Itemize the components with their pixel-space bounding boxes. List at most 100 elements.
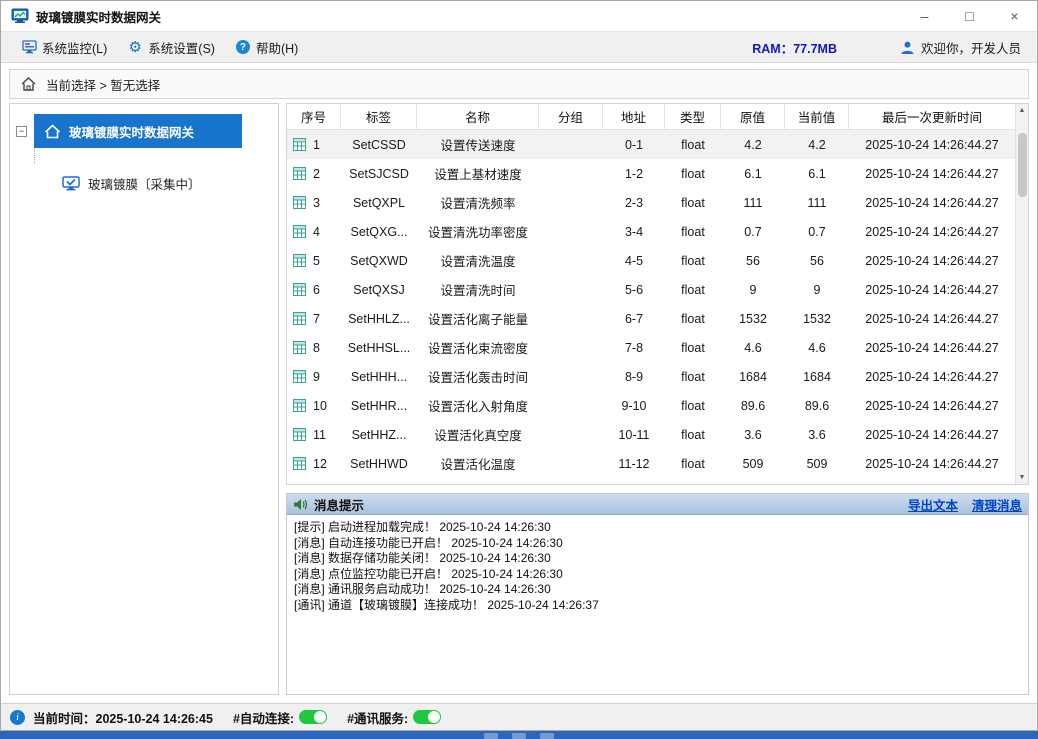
table-cell: 12 bbox=[287, 449, 341, 478]
table-row[interactable]: 8SetHHSL...设置活化束流密度7-8float4.64.62025-10… bbox=[287, 333, 1015, 362]
table-cell: 10 bbox=[287, 391, 341, 420]
title-bar: 玻璃镀膜实时数据网关 – □ × bbox=[1, 1, 1037, 31]
table-cell bbox=[539, 217, 603, 246]
column-header[interactable]: 标签 bbox=[341, 104, 417, 129]
taskbar-icon[interactable] bbox=[540, 733, 554, 739]
export-text-link[interactable]: 导出文本 bbox=[908, 495, 958, 514]
column-header[interactable]: 原值 bbox=[721, 104, 785, 129]
table-scrollbar[interactable]: ▲ ▼ bbox=[1015, 104, 1028, 484]
point-tag-icon bbox=[293, 457, 306, 470]
table-cell: 3.6 bbox=[721, 420, 785, 449]
table-cell bbox=[539, 449, 603, 478]
scrollbar-thumb[interactable] bbox=[1018, 133, 1027, 197]
home-icon[interactable] bbox=[20, 76, 37, 92]
table-cell: SetCSSD bbox=[341, 130, 417, 159]
comm-service-toggle[interactable] bbox=[413, 710, 441, 724]
column-header[interactable]: 名称 bbox=[417, 104, 539, 129]
breadcrumb: 当前选择 > 暂无选择 bbox=[9, 69, 1029, 99]
menu-item-system-settings[interactable]: ⚙ 系统设置(S) bbox=[117, 32, 225, 62]
tree-node-root[interactable]: 玻璃镀膜实时数据网关 bbox=[34, 114, 242, 148]
current-time-text: 当前时间：2025-10-24 14:26:45 bbox=[33, 708, 213, 727]
column-header[interactable]: 序号 bbox=[287, 104, 341, 129]
message-line: [消息] 自动连接功能已开启！ 2025-10-24 14:26:30 bbox=[294, 536, 1021, 552]
close-button[interactable]: × bbox=[992, 1, 1037, 31]
table-cell bbox=[539, 333, 603, 362]
taskbar bbox=[0, 731, 1038, 739]
table-cell: 2-3 bbox=[603, 188, 665, 217]
table-cell: SetQXG... bbox=[341, 217, 417, 246]
table-header-row: 序号标签名称分组地址类型原值当前值最后一次更新时间 bbox=[287, 104, 1015, 130]
taskbar-icon[interactable] bbox=[484, 733, 498, 739]
message-line: [提示] 启动进程加载完成！ 2025-10-24 14:26:30 bbox=[294, 520, 1021, 536]
minimize-button[interactable]: – bbox=[902, 1, 947, 31]
table-row[interactable]: 11SetHHZ...设置活化真空度10-11float3.63.62025-1… bbox=[287, 420, 1015, 449]
table-cell bbox=[539, 304, 603, 333]
table-row[interactable]: 7SetHHLZ...设置活化离子能量6-7float153215322025-… bbox=[287, 304, 1015, 333]
column-header[interactable]: 当前值 bbox=[785, 104, 849, 129]
table-cell: 89.6 bbox=[785, 391, 849, 420]
table-row[interactable]: 5SetQXWD设置清洗温度4-5float56562025-10-24 14:… bbox=[287, 246, 1015, 275]
window-controls: – □ × bbox=[902, 1, 1037, 31]
table-cell: 6.1 bbox=[785, 159, 849, 188]
tree-node-channel[interactable]: 玻璃镀膜〔采集中〕 bbox=[62, 174, 272, 193]
table-cell: 1684 bbox=[721, 362, 785, 391]
table-row[interactable]: 6SetQXSJ设置清洗时间5-6float992025-10-24 14:26… bbox=[287, 275, 1015, 304]
menu-item-system-monitor[interactable]: 系统监控(L) bbox=[11, 32, 117, 62]
table-cell: 10-11 bbox=[603, 420, 665, 449]
point-tag-icon bbox=[293, 283, 306, 296]
table-cell: float bbox=[665, 275, 721, 304]
table-row[interactable]: 1SetCSSD设置传送速度0-1float4.24.22025-10-24 1… bbox=[287, 130, 1015, 159]
house-icon bbox=[44, 124, 61, 139]
table-cell: 9-10 bbox=[603, 391, 665, 420]
table-cell: float bbox=[665, 130, 721, 159]
scroll-down-icon[interactable]: ▼ bbox=[1016, 471, 1028, 484]
user-icon bbox=[900, 40, 915, 55]
table-cell: 1532 bbox=[785, 304, 849, 333]
auto-connect-toggle[interactable] bbox=[299, 710, 327, 724]
table-cell: 5-6 bbox=[603, 275, 665, 304]
table-cell: 1532 bbox=[721, 304, 785, 333]
tree-collapse-icon[interactable]: − bbox=[16, 126, 27, 137]
column-header[interactable]: 最后一次更新时间 bbox=[849, 104, 1015, 129]
table-row[interactable]: 2SetSJCSD设置上基材速度1-2float6.16.12025-10-24… bbox=[287, 159, 1015, 188]
clear-messages-link[interactable]: 清理消息 bbox=[972, 495, 1022, 514]
taskbar-icon[interactable] bbox=[512, 733, 526, 739]
message-panel-title: 消息提示 bbox=[314, 495, 364, 514]
table-cell: float bbox=[665, 188, 721, 217]
gear-icon: ⚙ bbox=[127, 39, 143, 55]
table-cell: 设置活化真空度 bbox=[417, 420, 539, 449]
table-cell: 9 bbox=[721, 275, 785, 304]
scroll-up-icon[interactable]: ▲ bbox=[1016, 104, 1028, 117]
table-cell: 2025-10-24 14:26:44.27 bbox=[849, 362, 1015, 391]
table-cell bbox=[539, 391, 603, 420]
maximize-button[interactable]: □ bbox=[947, 1, 992, 31]
table-cell: 4.6 bbox=[785, 333, 849, 362]
point-tag-icon bbox=[293, 138, 306, 151]
table-cell bbox=[539, 246, 603, 275]
table-cell: float bbox=[665, 304, 721, 333]
table-cell: 3-4 bbox=[603, 217, 665, 246]
point-tag-icon bbox=[293, 428, 306, 441]
menu-item-label: 系统监控(L) bbox=[42, 38, 107, 57]
column-header[interactable]: 地址 bbox=[603, 104, 665, 129]
table-row[interactable]: 4SetQXG...设置清洗功率密度3-4float0.70.72025-10-… bbox=[287, 217, 1015, 246]
table-row[interactable]: 3SetQXPL设置清洗频率2-3float1111112025-10-24 1… bbox=[287, 188, 1015, 217]
table-row[interactable]: 10SetHHR...设置活化入射角度9-10float89.689.62025… bbox=[287, 391, 1015, 420]
table-cell: 4-5 bbox=[603, 246, 665, 275]
table-cell: 509 bbox=[785, 449, 849, 478]
table-row[interactable]: 12SetHHWD设置活化温度11-12float5095092025-10-2… bbox=[287, 449, 1015, 478]
table-cell: 设置清洗时间 bbox=[417, 275, 539, 304]
table-cell: 4 bbox=[287, 217, 341, 246]
table-row[interactable]: 9SetHHH...设置活化轰击时间8-9float168416842025-1… bbox=[287, 362, 1015, 391]
point-tag-icon bbox=[293, 196, 306, 209]
table-cell: float bbox=[665, 159, 721, 188]
right-panel: 序号标签名称分组地址类型原值当前值最后一次更新时间 1SetCSSD设置传送速度… bbox=[286, 103, 1029, 695]
table-cell bbox=[539, 188, 603, 217]
table-cell: 111 bbox=[785, 188, 849, 217]
info-icon: i bbox=[10, 710, 25, 725]
auto-connect-label: #自动连接: bbox=[233, 708, 294, 727]
menu-item-help[interactable]: ? 帮助(H) bbox=[225, 32, 308, 62]
column-header[interactable]: 分组 bbox=[539, 104, 603, 129]
point-tag-icon bbox=[293, 225, 306, 238]
column-header[interactable]: 类型 bbox=[665, 104, 721, 129]
